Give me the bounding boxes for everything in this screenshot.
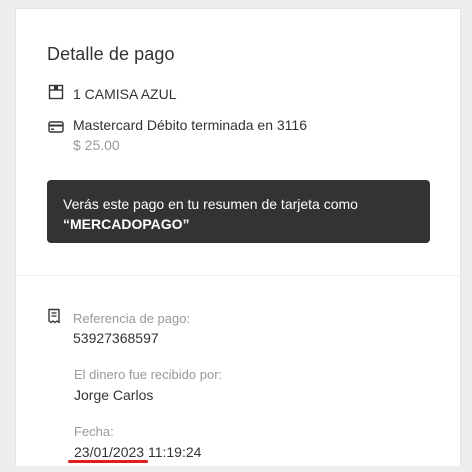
item-label: 1 CAMISA AZUL (73, 86, 177, 102)
date-value: 23/01/2023 (74, 444, 145, 460)
page-title: Detalle de pago (47, 44, 175, 64)
notice-merchant: “MERCADOPAGO” (63, 216, 190, 232)
date-highlight-underline (68, 460, 148, 463)
time-value: 11:19:24 (147, 444, 202, 460)
section-divider (16, 275, 460, 276)
date-label: Fecha: (74, 424, 114, 439)
recipient-label: El dinero fue recibido por: (74, 367, 223, 382)
reference-label: Referencia de pago: (73, 311, 191, 326)
recipient-value: Jorge Carlos (74, 387, 154, 403)
statement-notice: Verás este pago en tu resumen de tarjeta… (47, 180, 430, 243)
date-time-value: 23/01/2023 11:19:24 (74, 444, 201, 460)
reference-value: 53927368597 (73, 330, 159, 346)
receipt-icon (48, 308, 60, 324)
package-icon (48, 84, 64, 100)
notice-text: Verás este pago en tu resumen de tarjeta… (63, 196, 358, 212)
payment-detail-card: Detalle de pago 1 CAMISA AZUL Mastercard… (15, 8, 461, 466)
credit-card-icon (48, 121, 64, 133)
payment-method: Mastercard Débito terminada en 3116 (73, 117, 307, 133)
payment-amount: $ 25.00 (73, 137, 120, 153)
